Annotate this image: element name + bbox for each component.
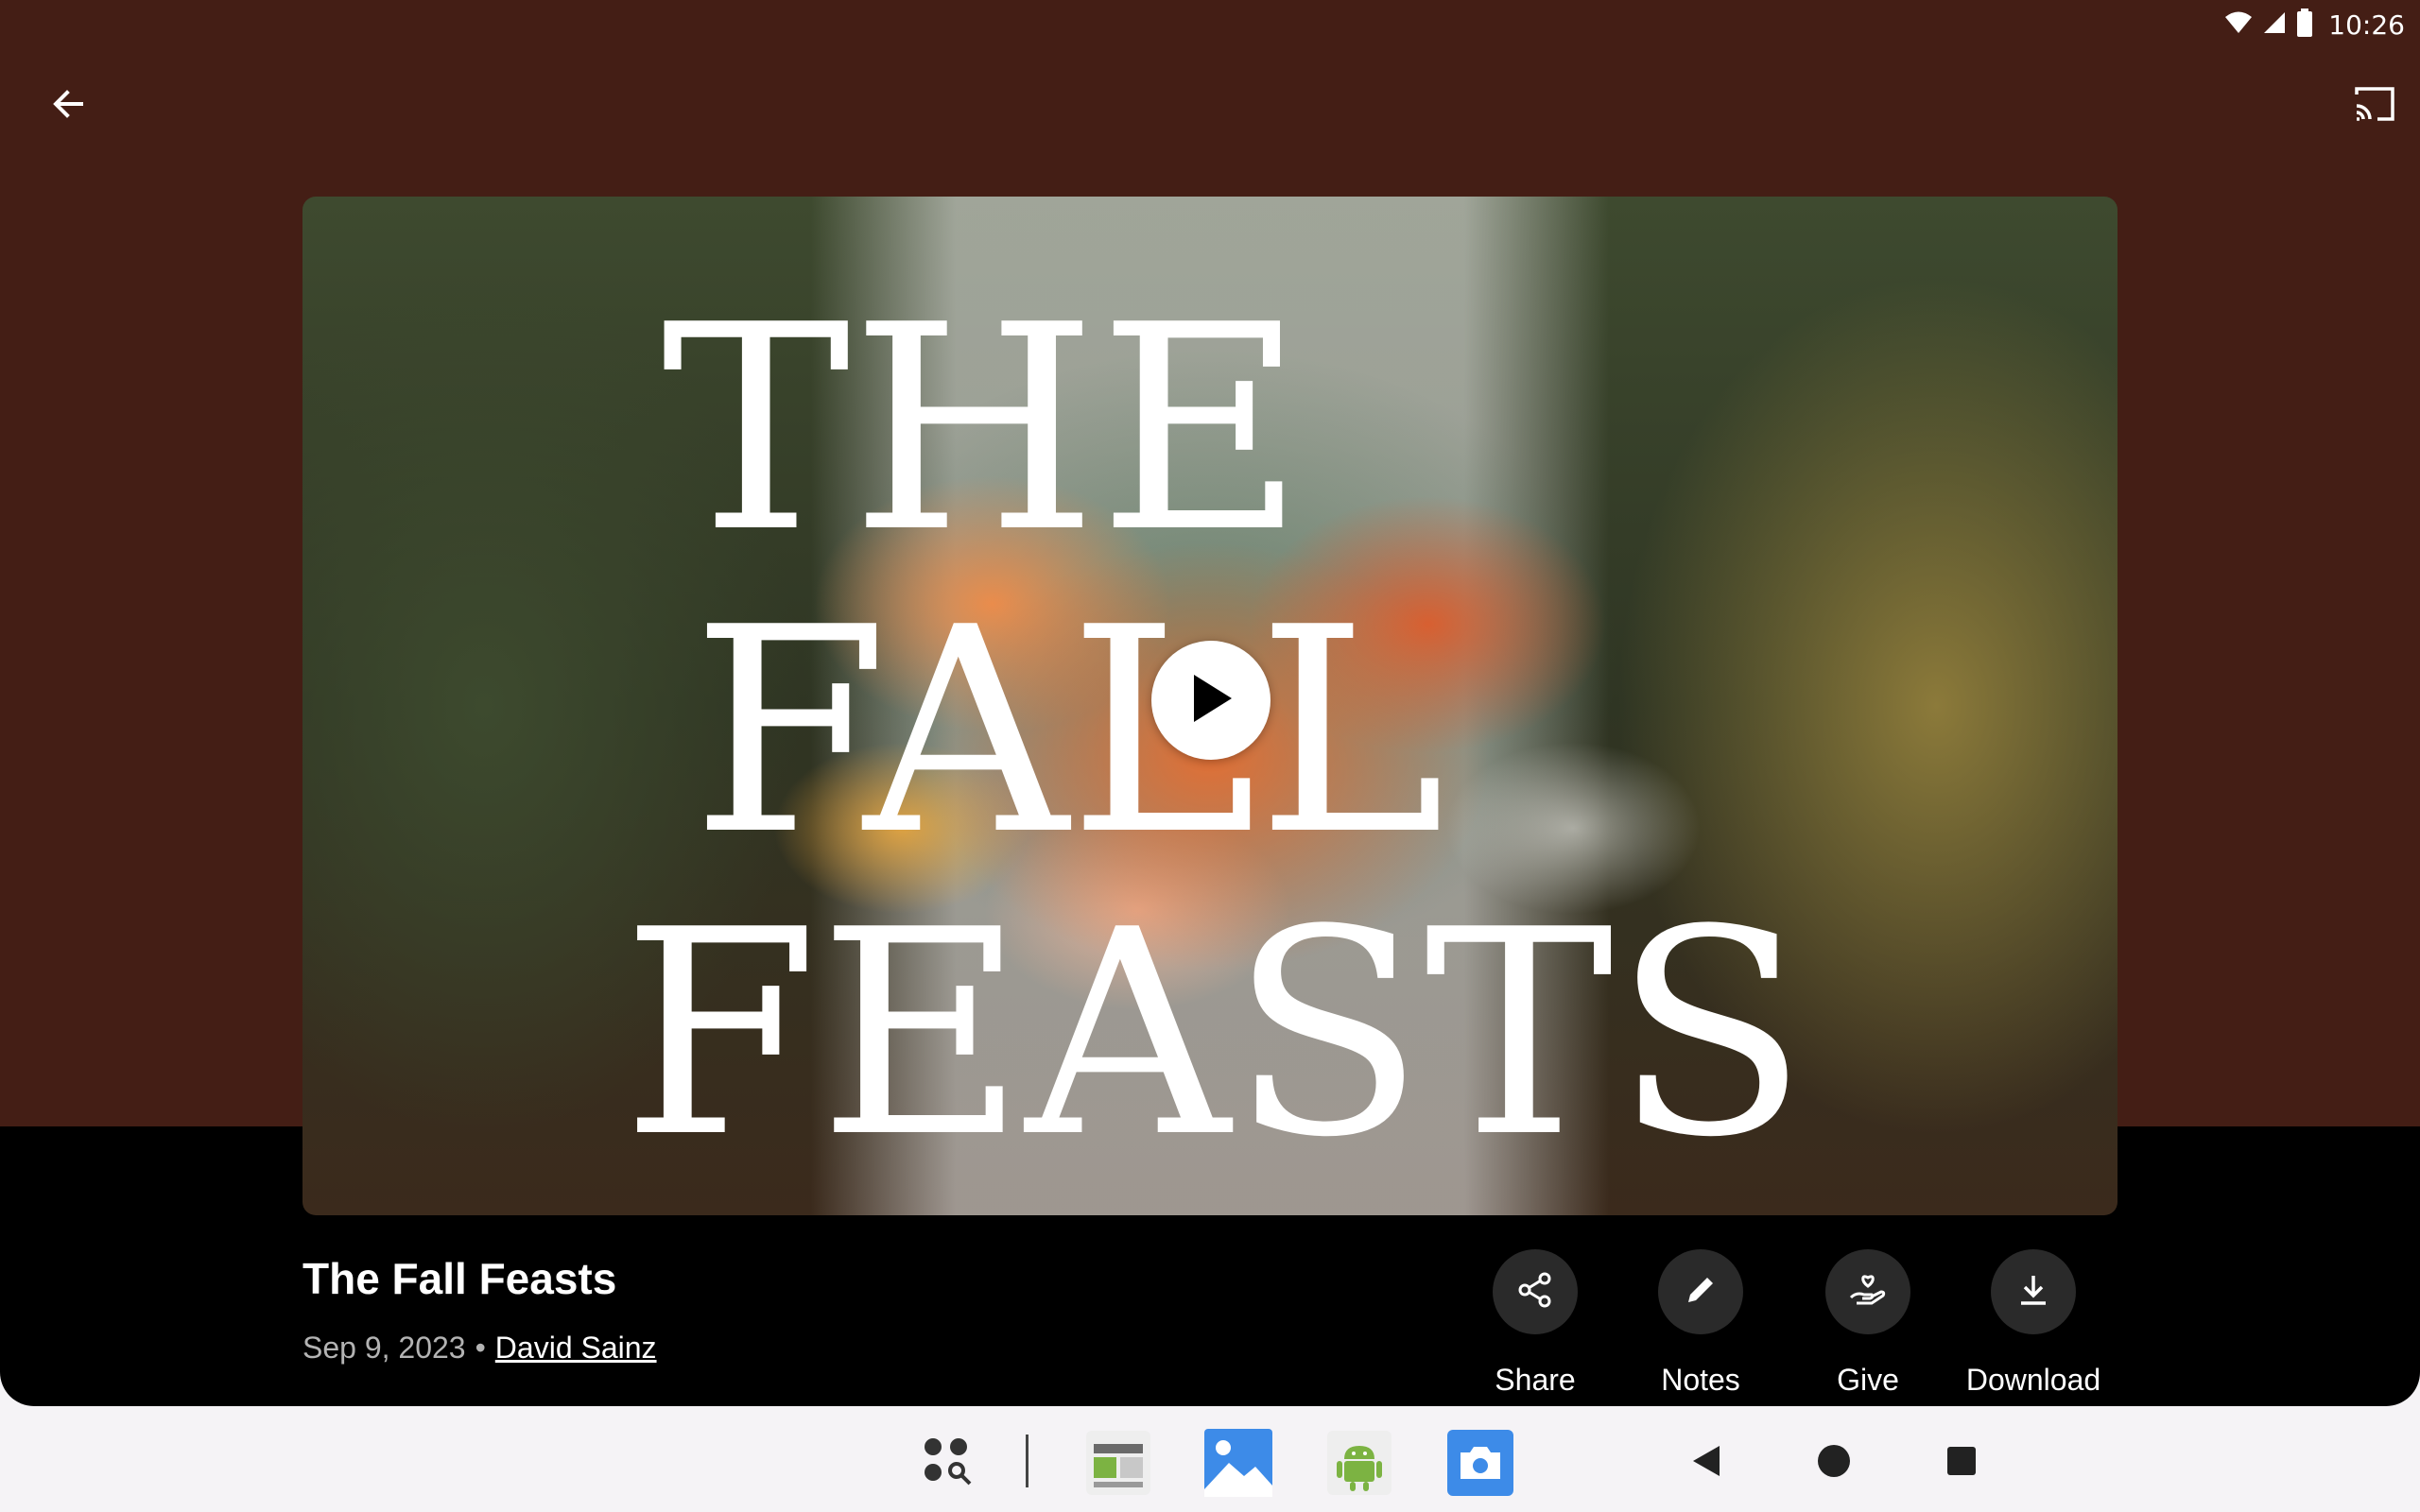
title-art-line-1: THE — [662, 265, 1305, 594]
arrow-back-icon — [49, 85, 87, 128]
share-button-circle — [1493, 1249, 1578, 1334]
download-label: Download — [1965, 1363, 2101, 1397]
video-meta: Sep 9, 2023 • David Sainz — [302, 1331, 657, 1366]
title-art-line-2: FALL — [691, 567, 1444, 897]
play-button[interactable] — [1151, 641, 1270, 760]
status-clock: 10:26 — [2328, 9, 2405, 41]
share-icon — [1516, 1271, 1554, 1314]
notes-button-circle — [1658, 1249, 1743, 1334]
home-nav-icon — [1815, 1442, 1853, 1485]
give-hand-heart-icon — [1847, 1269, 1889, 1315]
sheets-app-button[interactable] — [1082, 1429, 1154, 1501]
download-icon — [2014, 1271, 2052, 1314]
back-nav-button[interactable] — [1678, 1435, 1735, 1491]
pencil-icon — [1682, 1271, 1720, 1314]
camera-app-button[interactable] — [1444, 1429, 1516, 1501]
recents-nav-icon — [1945, 1444, 1979, 1483]
camera-app-icon — [1445, 1428, 1515, 1503]
gallery-app-icon — [1202, 1427, 1274, 1503]
video-title: The Fall Feasts — [302, 1254, 617, 1303]
taskbar — [0, 1406, 2420, 1512]
back-button[interactable] — [34, 72, 102, 140]
cell-signal-icon — [2262, 10, 2287, 40]
title-art-line-3: FEASTS — [622, 869, 1808, 1199]
author-link[interactable]: David Sainz — [495, 1331, 657, 1366]
cast-icon — [2353, 85, 2396, 128]
wifi-icon — [2224, 10, 2253, 40]
meta-separator: • — [475, 1331, 486, 1365]
app-launcher-button[interactable] — [913, 1429, 985, 1501]
back-nav-icon — [1687, 1442, 1725, 1485]
battery-icon — [2296, 8, 2313, 42]
gallery-app-button[interactable] — [1202, 1427, 1274, 1503]
android-app-icon — [1325, 1429, 1393, 1502]
home-nav-button[interactable] — [1806, 1435, 1862, 1491]
android-app-button[interactable] — [1323, 1429, 1395, 1501]
share-label: Share — [1495, 1363, 1576, 1397]
app-window: 10:26 THE FALL FEASTS The Fall Feasts Se… — [0, 0, 2420, 1406]
download-button-circle — [1991, 1249, 2076, 1334]
recents-nav-button[interactable] — [1933, 1435, 1990, 1491]
video-thumbnail[interactable]: THE FALL FEASTS — [302, 197, 2118, 1215]
play-icon — [1188, 673, 1234, 729]
give-label: Give — [1837, 1363, 1899, 1397]
status-bar: 10:26 — [2224, 6, 2405, 43]
taskbar-divider — [1026, 1435, 1028, 1487]
app-launcher-search-icon — [921, 1435, 977, 1496]
download-button[interactable]: Download — [1934, 1249, 2133, 1398]
sheets-app-icon — [1084, 1429, 1152, 1502]
notes-label: Notes — [1661, 1363, 1740, 1397]
video-date: Sep 9, 2023 — [302, 1331, 466, 1365]
give-button-circle — [1825, 1249, 1910, 1334]
cast-button[interactable] — [2341, 72, 2409, 140]
